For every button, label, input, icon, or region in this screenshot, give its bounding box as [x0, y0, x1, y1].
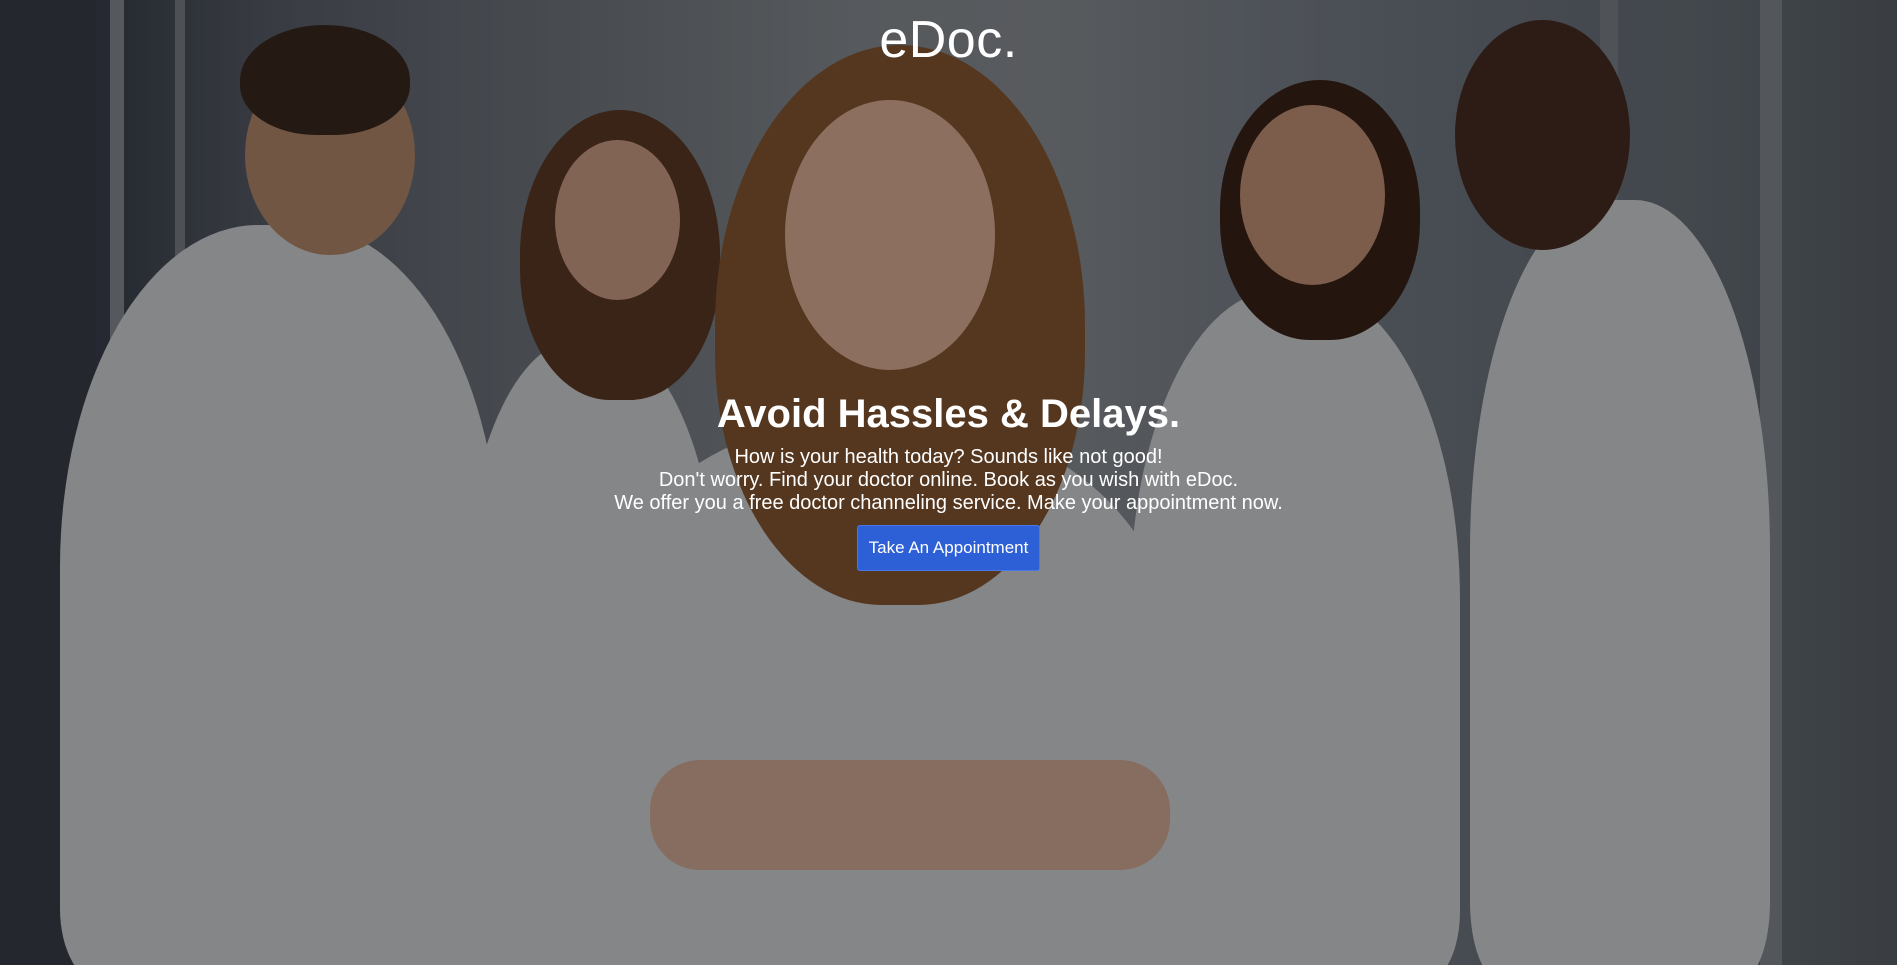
take-appointment-button[interactable]: Take An Appointment [856, 525, 1041, 571]
hero-content: Avoid Hassles & Delays. How is your heal… [0, 388, 1897, 571]
hero-description-line: Don't worry. Find your doctor online. Bo… [658, 469, 1239, 491]
hero-section: eDoc. Avoid Hassles & Delays. How is you… [0, 0, 1897, 965]
hero-description-line: We offer you a free doctor channeling se… [614, 492, 1283, 514]
hero-description: How is your health today? Sounds like no… [0, 446, 1897, 515]
hero-headline: Avoid Hassles & Delays. [716, 392, 1181, 436]
brand-logo[interactable]: eDoc. [0, 10, 1897, 70]
hero-description-line: How is your health today? Sounds like no… [734, 446, 1163, 468]
